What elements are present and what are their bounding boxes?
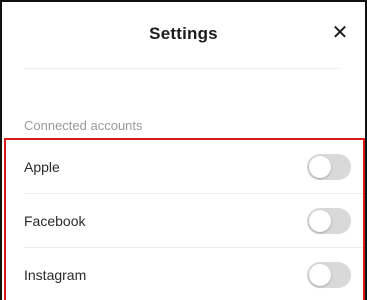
facebook-toggle[interactable]: [307, 208, 351, 234]
instagram-toggle[interactable]: [307, 262, 351, 288]
settings-header: Settings ✕: [2, 2, 365, 66]
account-row-instagram[interactable]: Instagram: [6, 248, 363, 300]
account-row-apple[interactable]: Apple: [6, 140, 363, 194]
section-label-connected-accounts: Connected accounts: [24, 118, 143, 133]
settings-panel: Settings ✕ Connected accounts Apple Face…: [0, 0, 367, 300]
apple-toggle[interactable]: [307, 154, 351, 180]
account-label: Instagram: [24, 267, 87, 283]
account-label: Facebook: [24, 213, 86, 229]
close-icon[interactable]: ✕: [329, 22, 351, 44]
account-label: Apple: [24, 159, 60, 175]
account-row-facebook[interactable]: Facebook: [6, 194, 363, 248]
connected-accounts-list: Apple Facebook Instagram: [4, 138, 365, 300]
toggle-knob: [309, 264, 331, 286]
page-title: Settings: [149, 24, 218, 43]
toggle-knob: [309, 210, 331, 232]
header-divider: [24, 68, 339, 69]
toggle-knob: [309, 156, 331, 178]
